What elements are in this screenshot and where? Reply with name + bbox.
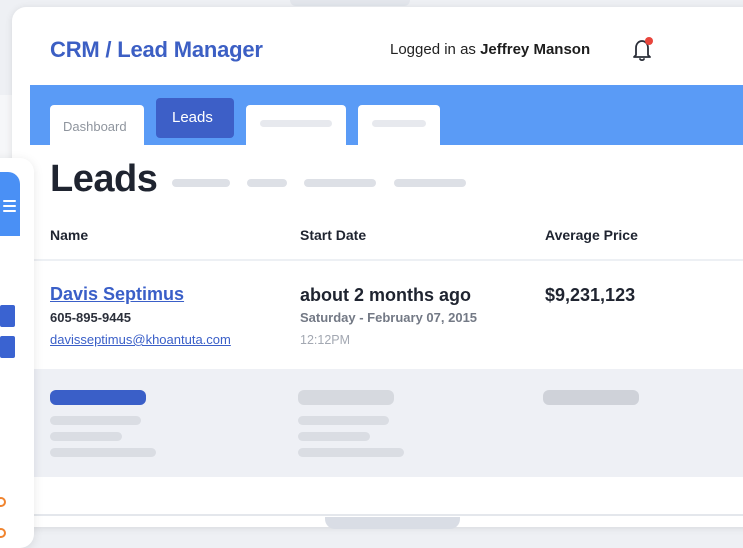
logged-in-label: Logged in as Jeffrey Manson bbox=[390, 41, 590, 58]
start-relative: about 2 months ago bbox=[300, 285, 471, 305]
logged-in-prefix: Logged in as bbox=[390, 41, 476, 58]
tab-leads-label: Leads bbox=[172, 109, 213, 126]
bell-icon[interactable] bbox=[630, 35, 656, 63]
side-menu-button[interactable] bbox=[0, 172, 20, 236]
placeholder-line bbox=[298, 416, 389, 425]
tab-placeholder[interactable] bbox=[358, 105, 440, 145]
placeholder-price bbox=[543, 390, 639, 405]
column-header-start-date[interactable]: Start Date bbox=[300, 227, 366, 243]
table-row-placeholder[interactable] bbox=[34, 369, 743, 477]
tab-placeholder-text bbox=[260, 120, 332, 127]
tab-placeholder[interactable] bbox=[246, 105, 346, 145]
lead-email-link[interactable]: davisseptimus@khoantuta.com bbox=[50, 332, 231, 347]
tab-dashboard[interactable]: Dashboard bbox=[50, 105, 144, 145]
column-header-average-price[interactable]: Average Price bbox=[545, 227, 638, 243]
app-title[interactable]: CRM / Lead Manager bbox=[50, 37, 263, 63]
title-placeholder bbox=[394, 179, 466, 187]
title-placeholder bbox=[247, 179, 287, 187]
average-price: $9,231,123 bbox=[545, 285, 636, 305]
tab-placeholder-text bbox=[372, 120, 426, 127]
placeholder-line bbox=[50, 432, 122, 441]
placeholder-line bbox=[298, 432, 370, 441]
table-bottom-border bbox=[34, 514, 743, 516]
tab-leads[interactable]: Leads bbox=[156, 98, 234, 138]
user-name[interactable]: Jeffrey Manson bbox=[480, 41, 590, 58]
lead-name-link[interactable]: Davis Septimus bbox=[50, 284, 184, 305]
background-tab-decoration bbox=[290, 0, 410, 6]
lead-phone: 605-895-9445 bbox=[50, 310, 131, 325]
hamburger-icon bbox=[3, 200, 16, 215]
placeholder-date bbox=[298, 390, 394, 405]
page-title: Leads bbox=[50, 158, 158, 200]
placeholder-line bbox=[50, 448, 156, 457]
app-header: CRM / Lead Manager Logged in as Jeffrey … bbox=[12, 7, 743, 85]
start-time: 12:12PM bbox=[300, 333, 351, 347]
placeholder-line bbox=[50, 416, 141, 425]
title-placeholder bbox=[304, 179, 376, 187]
placeholder-line bbox=[298, 448, 404, 457]
nav-bar: Dashboard Leads bbox=[30, 85, 743, 145]
side-nav-item[interactable] bbox=[0, 305, 15, 327]
title-placeholder bbox=[172, 179, 230, 187]
notification-dot bbox=[645, 37, 653, 45]
start-date: Saturday - February 07, 2015 bbox=[300, 310, 478, 325]
column-header-name[interactable]: Name bbox=[50, 227, 88, 243]
tab-dashboard-label: Dashboard bbox=[63, 119, 127, 134]
placeholder-name bbox=[50, 390, 146, 405]
side-nav-item[interactable] bbox=[0, 336, 15, 358]
background-tab-decoration bbox=[325, 517, 460, 529]
